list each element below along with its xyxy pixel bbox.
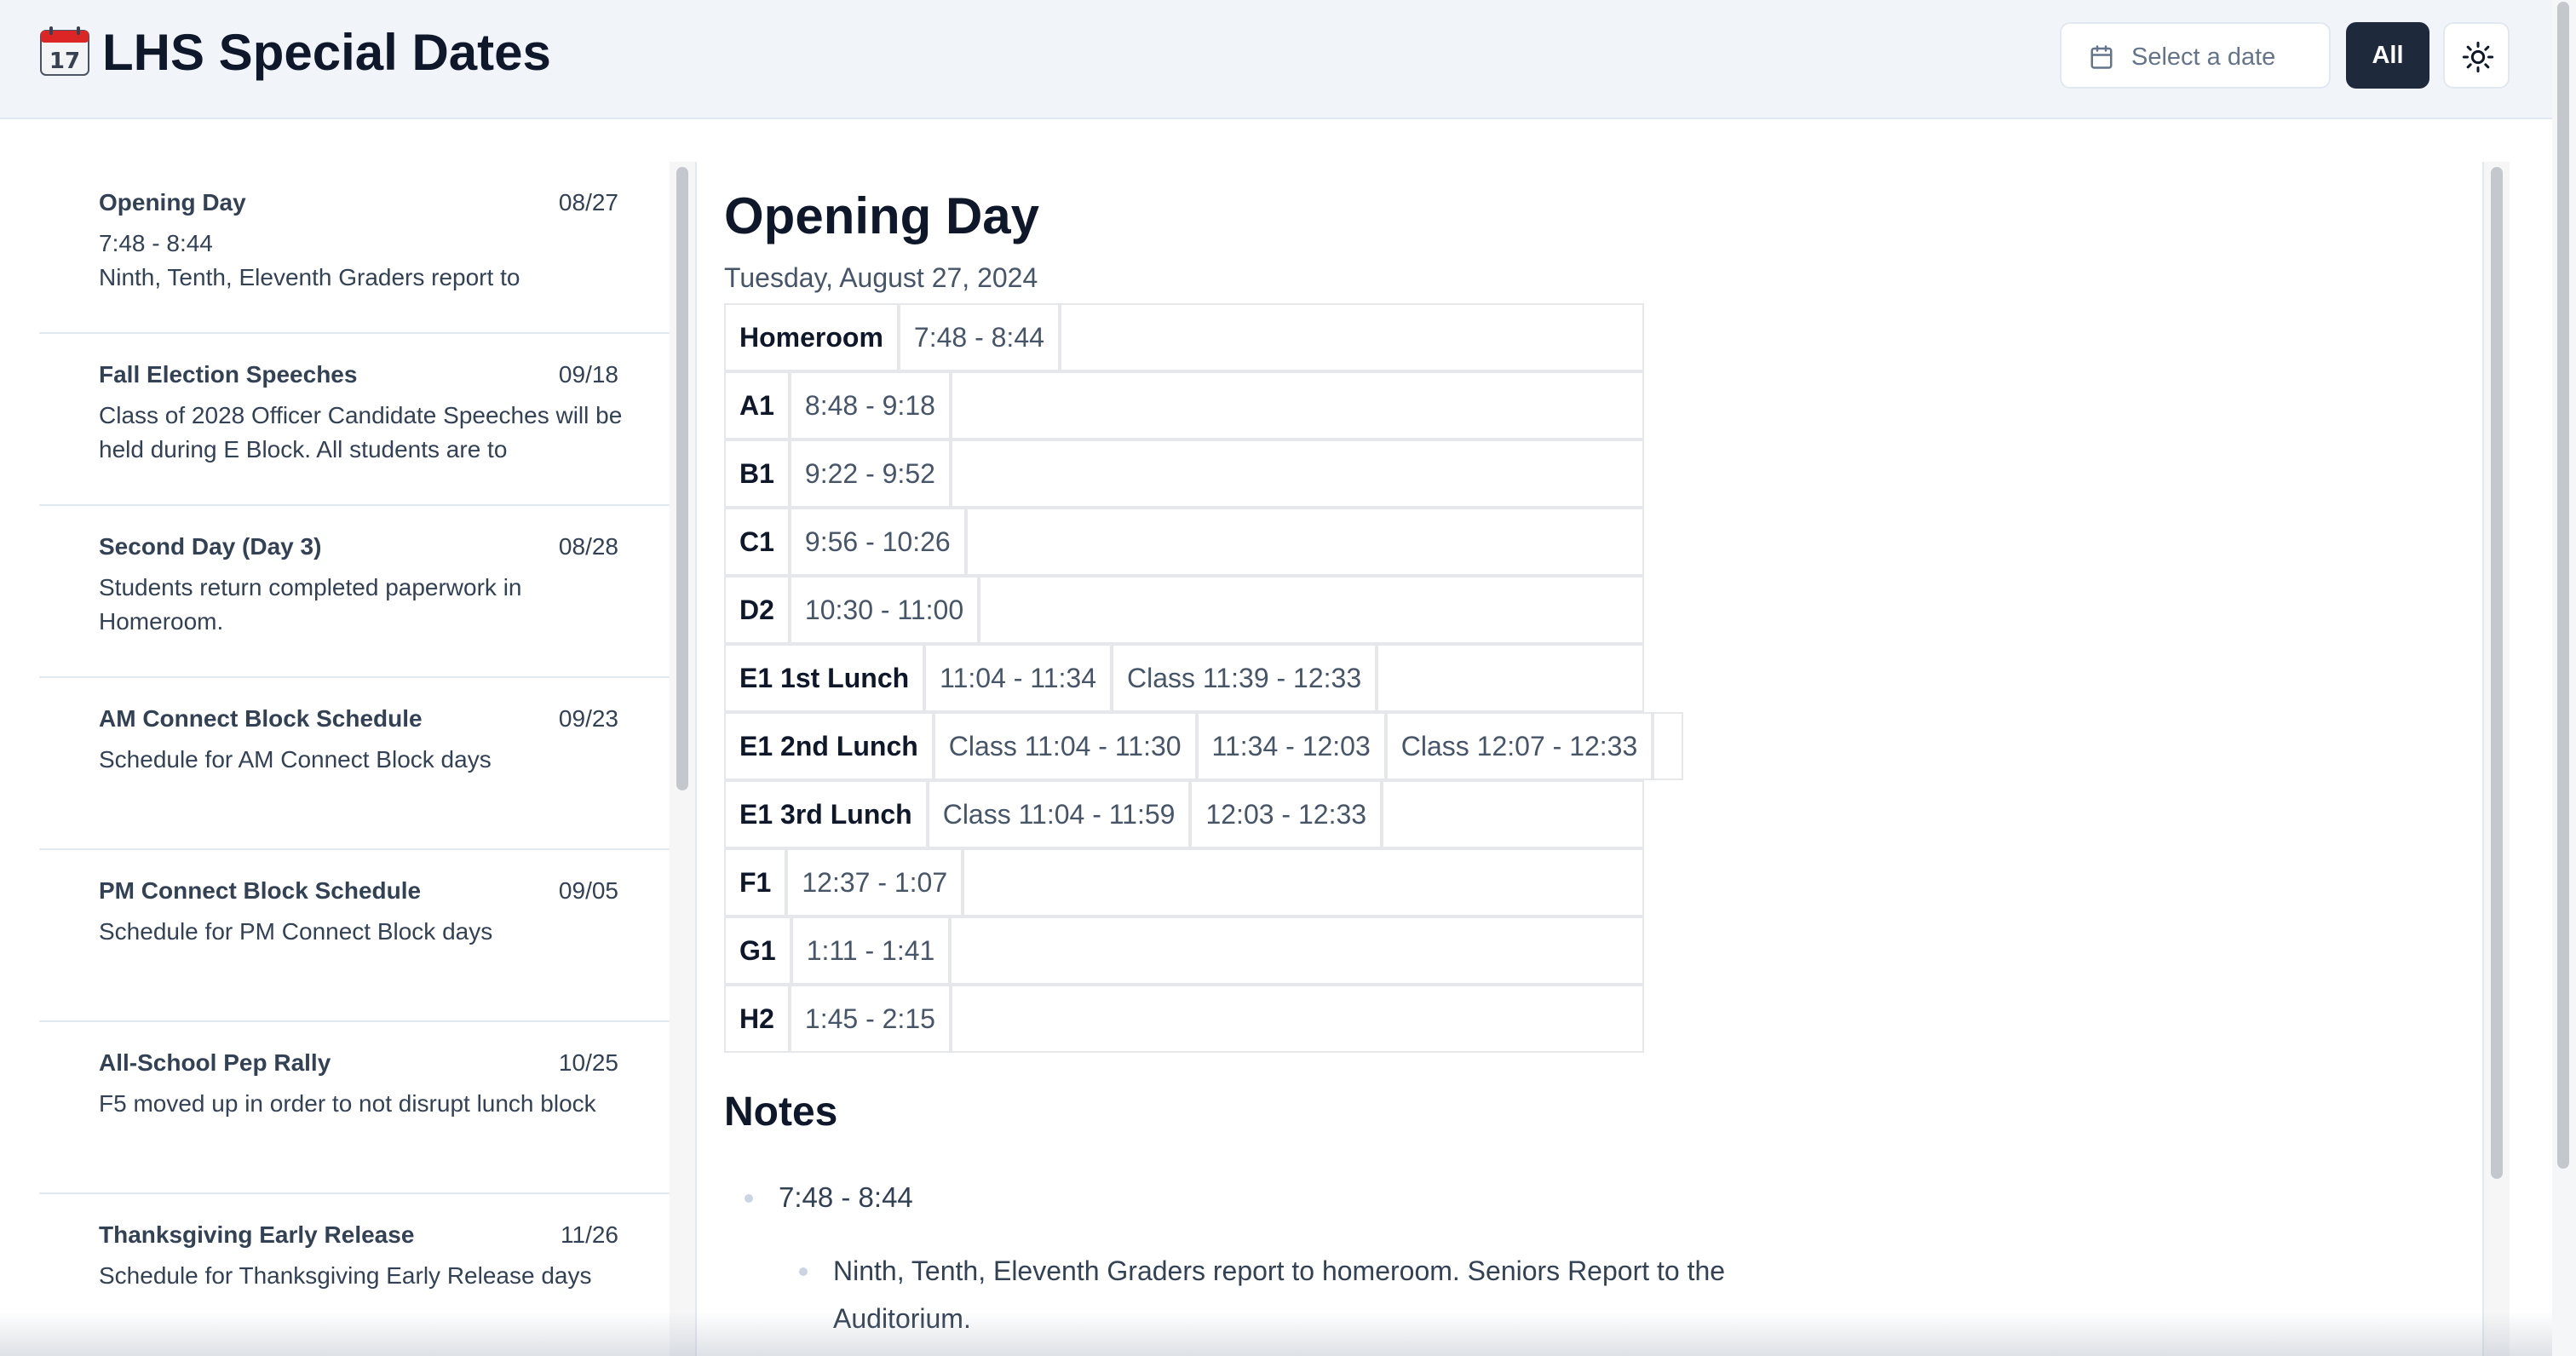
list-item[interactable]: PM Connect Block Schedule 09/05 Schedule… (39, 850, 670, 1022)
schedule-block-name: E1 2nd Lunch (724, 712, 934, 780)
event-date: 09/18 (558, 361, 618, 388)
schedule-block-name: F1 (724, 848, 787, 916)
event-detail-title: Opening Day (724, 187, 1040, 244)
event-date: 11/26 (561, 1221, 618, 1248)
schedule-block-name: E1 1st Lunch (724, 644, 925, 712)
theme-toggle-button[interactable] (2443, 22, 2510, 89)
event-title: PM Connect Block Schedule (99, 877, 422, 904)
schedule-block-name: G1 (724, 916, 791, 985)
schedule-empty-cell (1653, 712, 1684, 780)
schedule-time-cell: 8:48 - 9:18 (789, 371, 951, 440)
schedule-block-name: H2 (724, 985, 790, 1053)
schedule-time-cell: 11:04 - 11:34 (924, 644, 1112, 712)
event-date: 09/05 (558, 877, 618, 904)
note-item: 7:48 - 8:44 (724, 1179, 1831, 1216)
app-title: LHS Special Dates (102, 24, 551, 81)
event-summary: Schedule for AM Connect Block days (99, 746, 492, 773)
notes-heading: Notes (724, 1089, 838, 1135)
list-item[interactable]: Fall Election Speeches 09/18 Class of 20… (39, 334, 670, 506)
schedule-empty-cell (950, 440, 1644, 508)
schedule-row: E1 2nd Lunch Class 11:04 - 11:30 11:34 - 1… (724, 712, 1684, 780)
event-detail: Opening Day Tuesday, August 27, 2024 Hom… (724, 162, 2479, 1356)
events-list: Opening Day 08/27 7:48 - 8:44 Ninth, Ten… (39, 162, 670, 1356)
schedule-time-cell: Class 12:07 - 12:33 (1385, 712, 1653, 780)
list-item[interactable]: All-School Pep Rally 10/25 F5 moved up i… (39, 1022, 670, 1194)
all-button[interactable]: All (2346, 22, 2429, 89)
event-date: 09/23 (558, 705, 618, 732)
schedule-time-cell: 1:11 - 1:41 (791, 916, 951, 985)
events-list-scrollbar[interactable] (670, 162, 697, 1356)
page-scrollbar-thumb[interactable] (2557, 2, 2569, 1169)
schedule-time-cell: 9:56 - 10:26 (789, 508, 966, 576)
schedule-block-name: E1 3rd Lunch (724, 780, 928, 848)
event-summary: F5 moved up in order to not disrupt lunc… (99, 1090, 596, 1117)
schedule-table: Homeroom 7:48 - 8:44 A1 8:48 - 9:18 B1 9:22 -… (724, 303, 1684, 1053)
date-picker-button[interactable]: Select a date (2060, 22, 2331, 89)
schedule-empty-cell (950, 371, 1644, 440)
calendar-emoji-day: 17 (49, 49, 80, 74)
list-item[interactable]: Opening Day 08/27 7:48 - 8:44 Ninth, Ten… (39, 162, 670, 334)
schedule-row: C1 9:56 - 10:26 (724, 508, 1644, 576)
event-detail-scrollbar-thumb[interactable] (2491, 167, 2503, 1179)
schedule-empty-cell (950, 916, 1644, 985)
event-date: 08/27 (558, 189, 618, 215)
schedule-block-name: Homeroom (724, 303, 899, 371)
schedule-empty-cell (950, 985, 1644, 1053)
schedule-row: B1 9:22 - 9:52 (724, 440, 1644, 508)
schedule-row: D2 10:30 - 11:00 (724, 576, 1644, 644)
date-picker-placeholder: Select a date (2131, 43, 2276, 71)
schedule-row: Homeroom 7:48 - 8:44 (724, 303, 1644, 371)
event-title: Opening Day (99, 189, 246, 215)
schedule-row: H2 1:45 - 2:15 (724, 985, 1644, 1053)
event-date: 08/28 (558, 533, 618, 560)
schedule-row: G1 1:11 - 1:41 (724, 916, 1644, 985)
event-title: Second Day (Day 3) (99, 533, 322, 560)
event-summary: Schedule for Thanksgiving Early Release … (99, 1262, 592, 1289)
page-scrollbar[interactable] (2552, 0, 2576, 1356)
calendar-emoji-icon: 17 (40, 26, 89, 76)
schedule-time-cell: 1:45 - 2:15 (789, 985, 951, 1053)
schedule-empty-cell (1059, 303, 1644, 371)
event-title: Thanksgiving Early Release (99, 1221, 415, 1248)
schedule-block-name: B1 (724, 440, 790, 508)
schedule-time-cell: 10:30 - 11:00 (789, 576, 980, 644)
event-summary: Schedule for PM Connect Block days (99, 918, 493, 945)
calendar-icon (2090, 45, 2113, 69)
schedule-time-cell: 12:37 - 1:07 (786, 848, 963, 916)
bottom-fade (0, 1312, 2552, 1356)
event-summary: Students return completed paperwork in H… (99, 574, 522, 635)
schedule-time-cell: 12:03 - 12:33 (1190, 780, 1383, 848)
schedule-block-name: D2 (724, 576, 790, 644)
schedule-empty-cell (965, 508, 1644, 576)
schedule-time-cell: 7:48 - 8:44 (898, 303, 1060, 371)
schedule-time-cell: Class 11:04 - 11:30 (933, 712, 1197, 780)
list-item[interactable]: Second Day (Day 3) 08/28 Students return… (39, 506, 670, 678)
app-header: 17 LHS Special Dates Select a date All (0, 0, 2552, 119)
event-detail-date: Tuesday, August 27, 2024 (724, 262, 1038, 293)
schedule-time-cell: 11:34 - 12:03 (1196, 712, 1386, 780)
event-title: All-School Pep Rally (99, 1049, 331, 1076)
event-date: 10/25 (558, 1049, 618, 1076)
schedule-time-cell: 9:22 - 9:52 (789, 440, 951, 508)
schedule-row: E1 1st Lunch 11:04 - 11:34 Class 11:39 - 1… (724, 644, 1644, 712)
schedule-empty-cell (963, 848, 1644, 916)
schedule-empty-cell (979, 576, 1644, 644)
events-list-scrollbar-thumb[interactable] (676, 167, 688, 790)
schedule-time-cell: Class 11:39 - 12:33 (1112, 644, 1377, 712)
event-detail-scrollbar[interactable] (2482, 162, 2510, 1356)
sun-icon (2462, 41, 2494, 73)
schedule-row: F1 12:37 - 1:07 (724, 848, 1644, 916)
schedule-block-name: A1 (724, 371, 790, 440)
schedule-empty-cell (1377, 644, 1644, 712)
schedule-block-name: C1 (724, 508, 790, 576)
schedule-empty-cell (1382, 780, 1644, 848)
event-summary: 7:48 - 8:44 Ninth, Tenth, Eleventh Grade… (99, 230, 520, 290)
event-title: Fall Election Speeches (99, 361, 358, 388)
schedule-time-cell: Class 11:04 - 11:59 (927, 780, 1191, 848)
schedule-row: A1 8:48 - 9:18 (724, 371, 1644, 440)
event-title: AM Connect Block Schedule (99, 705, 423, 732)
schedule-row: E1 3rd Lunch Class 11:04 - 11:59 12:03 - 1… (724, 780, 1644, 848)
list-item[interactable]: AM Connect Block Schedule 09/23 Schedule… (39, 678, 670, 850)
event-summary: Class of 2028 Officer Candidate Speeches… (99, 402, 623, 463)
